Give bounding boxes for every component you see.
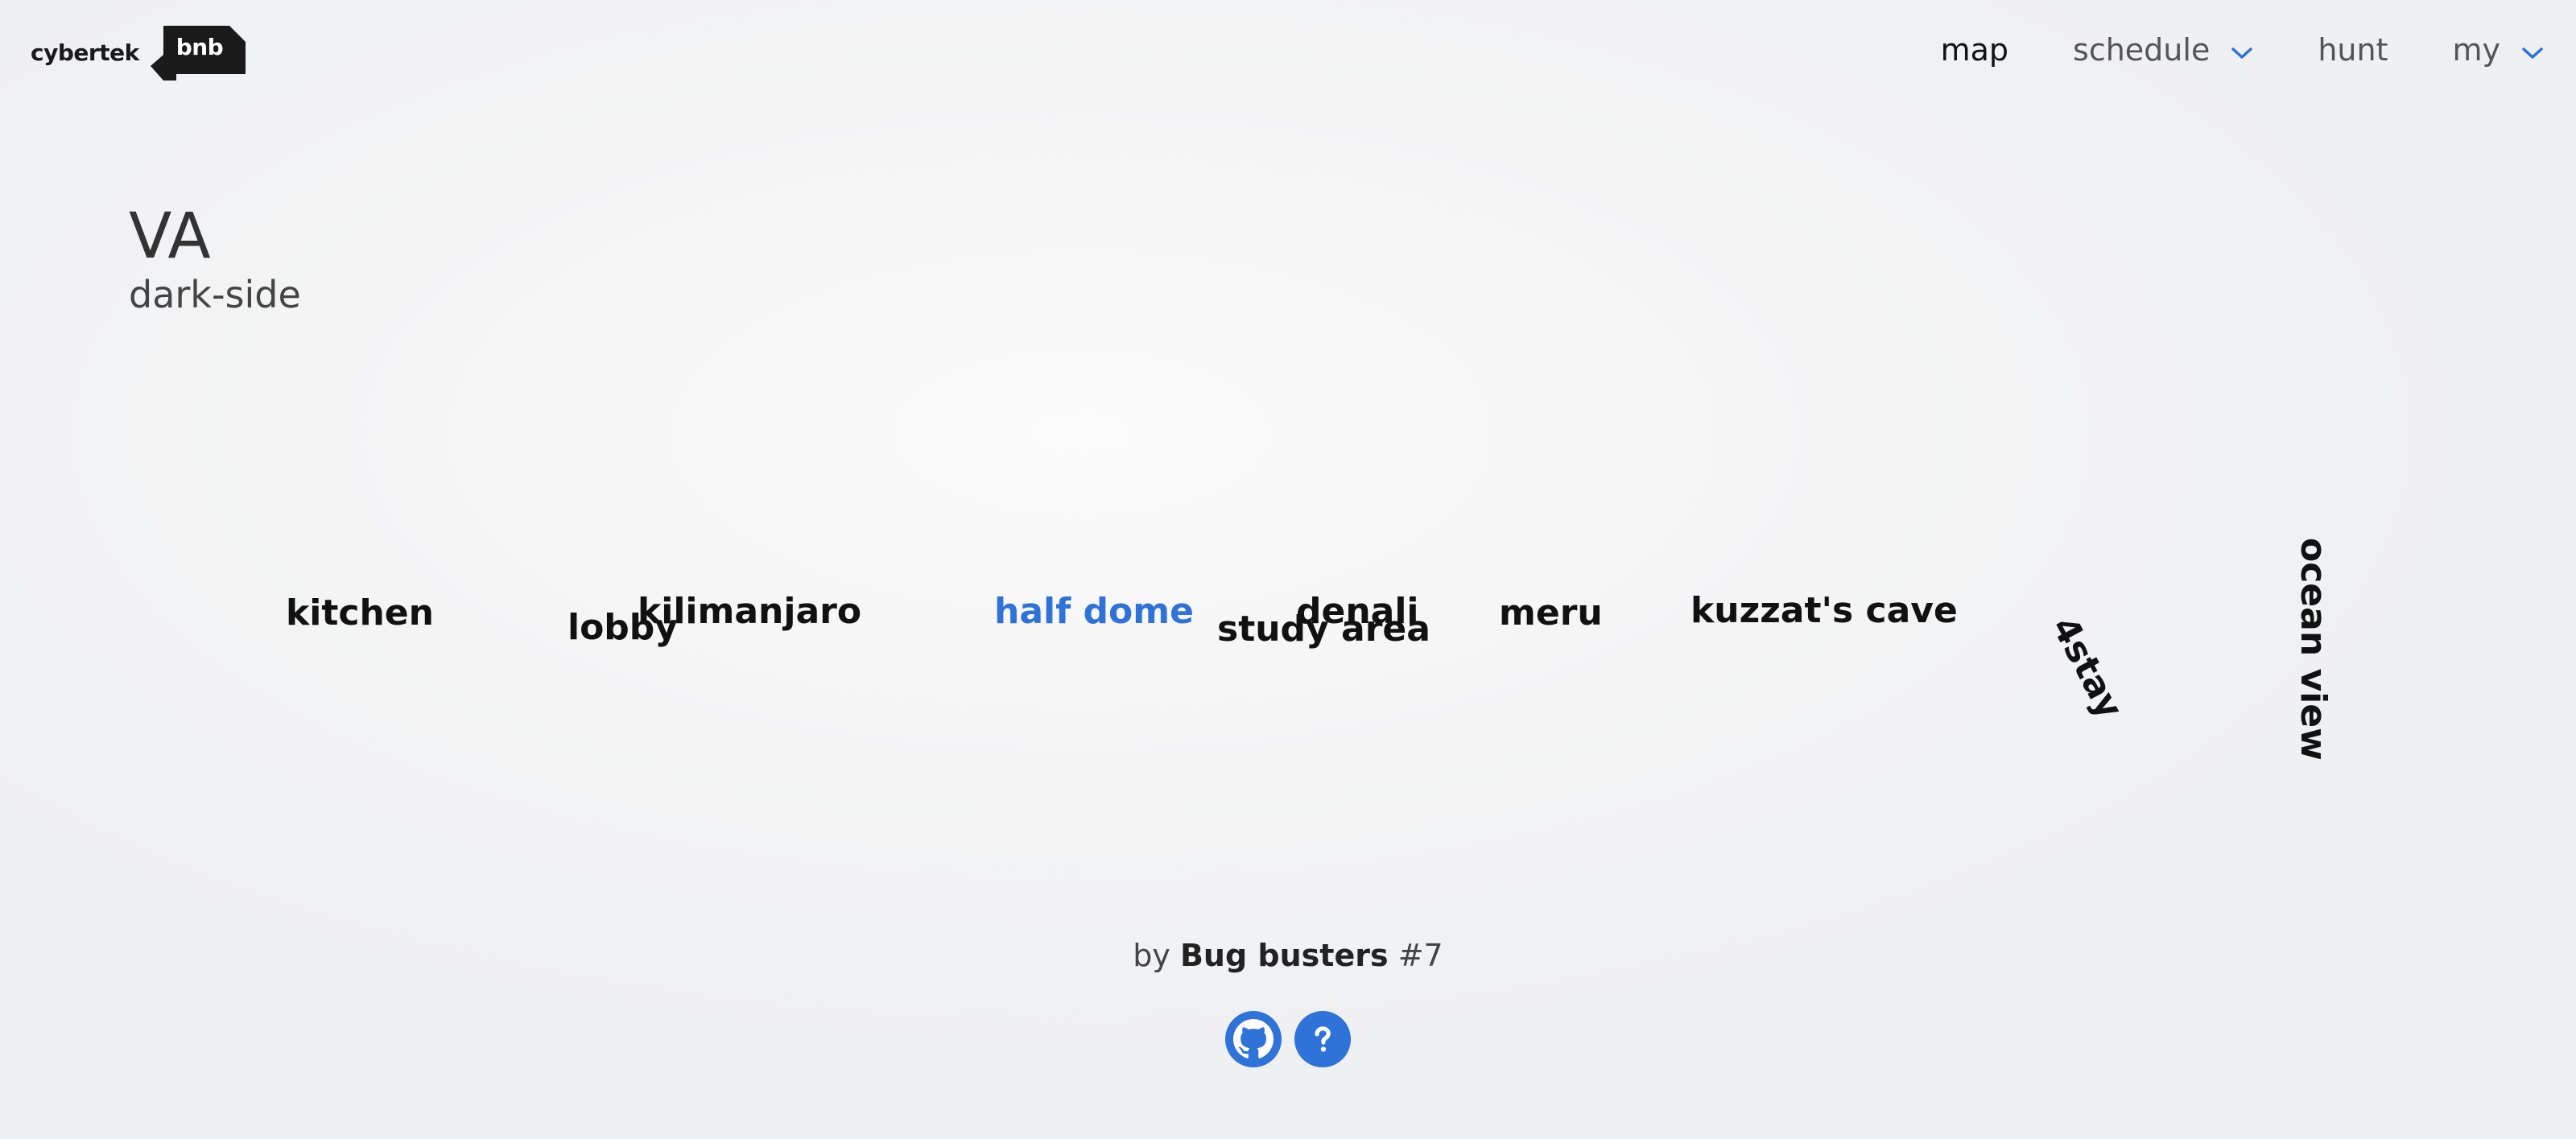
nav-schedule-label: schedule — [2073, 32, 2211, 68]
byline: by Bug busters #7 — [0, 938, 2576, 973]
room-4stay[interactable]: 4stay — [2044, 610, 2131, 725]
page-title: VA — [129, 200, 211, 273]
logo-badge-text: bnb — [175, 34, 224, 60]
room-meru[interactable]: meru — [1499, 596, 1603, 631]
room-denali[interactable]: denali — [1296, 594, 1419, 629]
byline-prefix: by — [1133, 938, 1170, 973]
room-kilimanjaro[interactable]: kilimanjaro — [638, 594, 861, 629]
nav-hunt[interactable]: hunt — [2318, 32, 2388, 68]
team-name: Bug busters — [1179, 938, 1389, 973]
nav-schedule[interactable]: schedule — [2073, 32, 2253, 68]
github-icon[interactable] — [1225, 1011, 1282, 1067]
room-kuzzats-cave[interactable]: kuzzat's cave — [1690, 593, 1958, 629]
room-kitchen[interactable]: kitchen — [286, 596, 434, 631]
logo[interactable]: cybertek bnb — [31, 24, 247, 80]
help-icon[interactable] — [1294, 1011, 1351, 1067]
team-number: #7 — [1397, 938, 1443, 973]
room-ocean-view[interactable]: ocean view — [2293, 538, 2334, 761]
nav-hunt-label: hunt — [2318, 32, 2388, 68]
nav-map[interactable]: map — [1941, 32, 2008, 68]
footer-icons — [0, 1011, 2576, 1067]
nav-my[interactable]: my — [2452, 32, 2544, 68]
chevron-down-icon — [2231, 32, 2253, 68]
title-block: VA dark-side — [129, 205, 301, 313]
logo-badge: bnb — [144, 24, 247, 80]
page-subtitle: dark-side — [129, 273, 301, 316]
nav-map-label: map — [1940, 32, 2009, 68]
nav-my-label: my — [2452, 32, 2500, 68]
room-half-dome[interactable]: half dome — [994, 594, 1194, 629]
main-nav: map schedule hunt my — [1876, 32, 2544, 68]
logo-wordmark: cybertek — [31, 39, 139, 66]
chevron-down-icon — [2521, 32, 2544, 68]
